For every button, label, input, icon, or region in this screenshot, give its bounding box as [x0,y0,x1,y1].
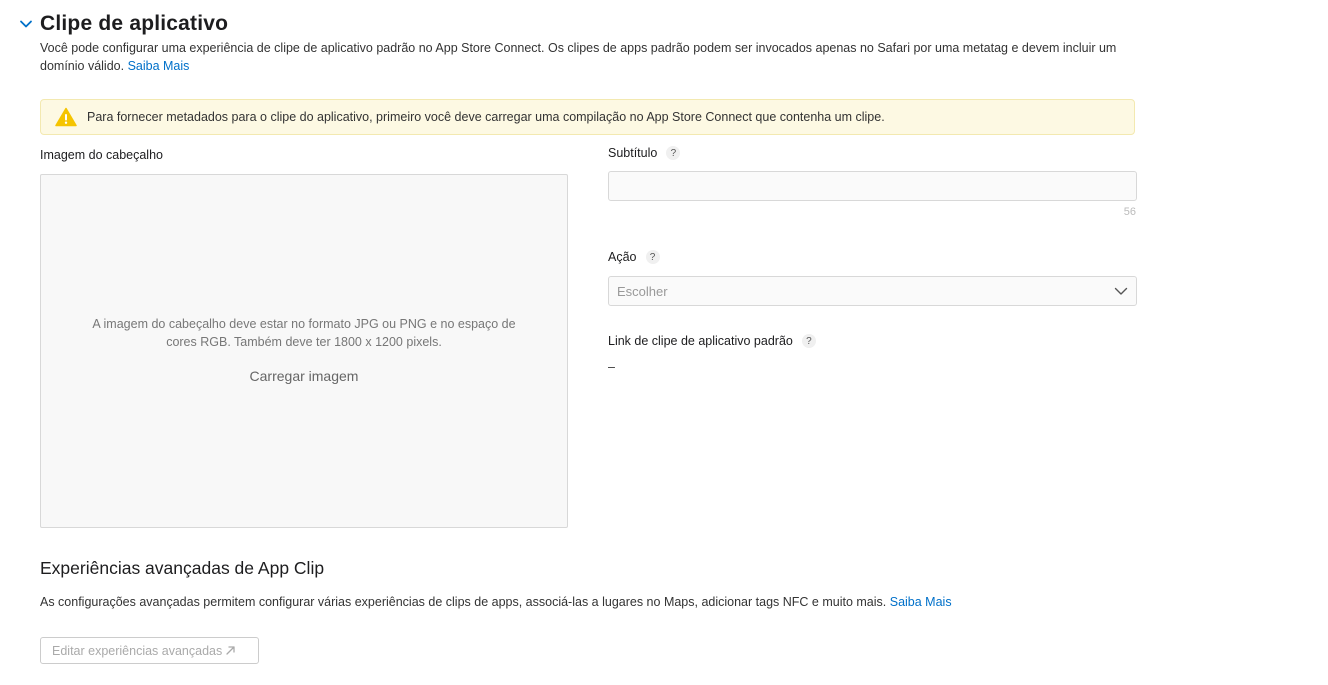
edit-advanced-experiences-label: Editar experiências avançadas [52,643,223,658]
header-image-instructions: A imagem do cabeçalho deve estar no form… [92,317,516,349]
action-help-icon[interactable]: ? [645,250,660,264]
action-label-text: Ação [608,250,637,264]
chevron-down-icon [1114,287,1128,295]
header-image-dropzone[interactable]: A imagem do cabeçalho deve estar no form… [40,174,568,528]
action-select-value: Escolher [617,283,668,299]
external-link-icon [226,646,235,655]
chevron-down-icon[interactable] [18,16,34,32]
header-image-label: Imagem do cabeçalho [40,148,163,162]
action-select[interactable]: Escolher [608,276,1137,306]
warning-icon [55,107,77,127]
upload-image-button[interactable]: Carregar imagem [41,368,567,384]
default-link-value: – [608,360,615,374]
action-label: Ação ? [608,250,660,264]
learn-more-link[interactable]: Saiba Mais [128,59,190,73]
warning-banner: Para fornecer metadados para o clipe do … [40,99,1135,135]
subtitle-label-text: Subtítulo [608,146,658,160]
advanced-learn-more-link[interactable]: Saiba Mais [890,595,952,609]
default-link-label: Link de clipe de aplicativo padrão ? [608,334,816,348]
section-title: Clipe de aplicativo [40,12,229,35]
edit-advanced-experiences-button[interactable]: Editar experiências avançadas [40,637,259,664]
section-description: Você pode configurar uma experiência de … [40,39,1120,75]
advanced-section-title: Experiências avançadas de App Clip [40,558,325,578]
section-description-text: Você pode configurar uma experiência de … [40,41,1117,73]
default-link-help-icon[interactable]: ? [801,334,816,348]
advanced-description: As configurações avançadas permitem conf… [40,595,952,609]
warning-text: Para fornecer metadados para o clipe do … [87,110,885,124]
subtitle-char-counter: 56 [1123,206,1136,218]
subtitle-help-icon[interactable]: ? [666,146,681,160]
section-toggle[interactable]: Clipe de aplicativo [18,12,228,36]
advanced-description-text: As configurações avançadas permitem conf… [40,595,887,609]
default-link-label-text: Link de clipe de aplicativo padrão [608,334,793,348]
subtitle-input[interactable] [608,171,1137,201]
subtitle-label: Subtítulo ? [608,146,681,160]
